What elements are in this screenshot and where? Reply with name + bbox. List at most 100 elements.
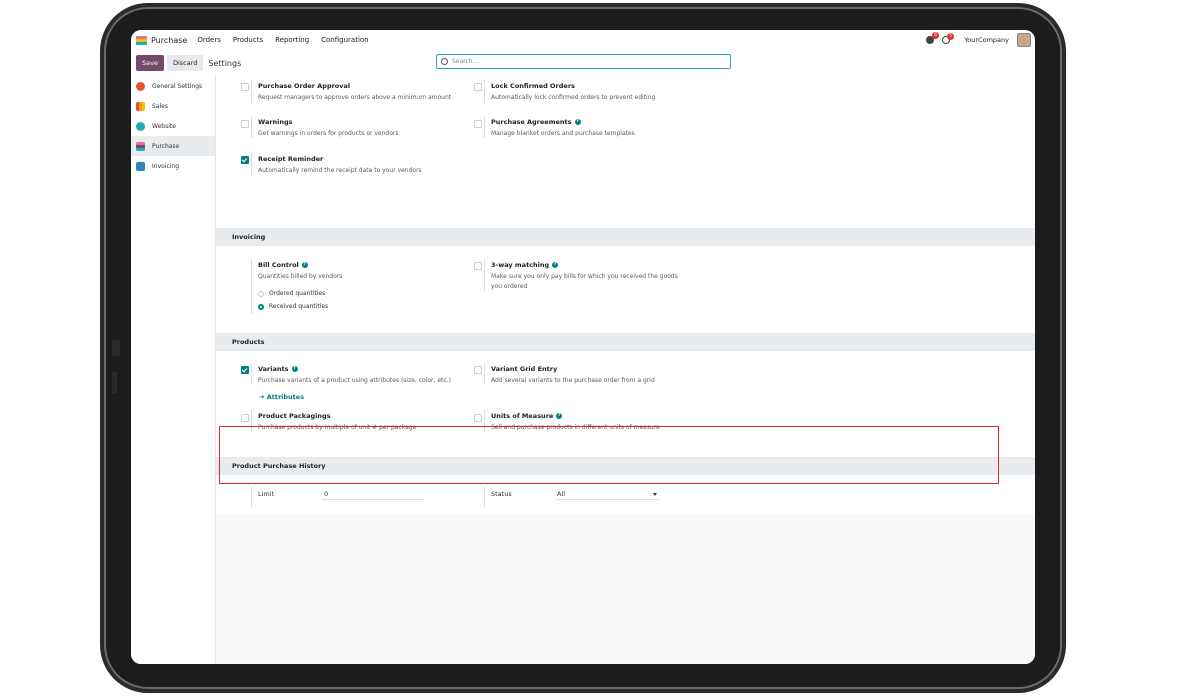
purchase-agreements-checkbox[interactable] [474, 120, 482, 128]
setting-desc: Make sure you only pay bills for which y… [491, 273, 678, 280]
setting-variant-grid-entry: Variant Grid Entry Add several variants … [491, 365, 655, 386]
search-input[interactable]: Search... [436, 54, 731, 69]
chevron-down-icon [653, 493, 657, 496]
setting-lock-confirmed-orders: Lock Confirmed Orders Automatically lock… [491, 82, 655, 103]
setting-label: Purchase Order Approval [258, 82, 351, 90]
activities-badge: 5 [947, 33, 955, 40]
divider [484, 259, 485, 291]
setting-label: 3-way matching [491, 261, 550, 269]
radio-ordered-quantities[interactable]: Ordered quantities [258, 290, 325, 297]
menu-orders[interactable]: Orders [197, 36, 221, 44]
variants-checkbox[interactable] [241, 366, 249, 374]
three-way-matching-checkbox[interactable] [474, 262, 482, 270]
sidebar-item-label: General Settings [152, 82, 203, 90]
receipt-reminder-checkbox[interactable] [241, 156, 249, 164]
empty-area [216, 514, 1035, 664]
status-select-underline [555, 499, 659, 500]
tablet-side-button [112, 340, 120, 356]
divider [251, 116, 252, 138]
divider [484, 116, 485, 138]
setting-desc: Automatically lock confirmed orders to p… [491, 94, 656, 101]
setting-desc: Request managers to approve orders above… [258, 94, 452, 101]
company-name[interactable]: YourCompany [964, 36, 1009, 44]
variant-grid-entry-checkbox[interactable] [474, 366, 482, 374]
sidebar-item-label: Website [152, 122, 176, 130]
setting-label: Receipt Reminder [258, 155, 324, 163]
app-name[interactable]: Purchase [151, 36, 187, 45]
setting-purchase-order-approval: Purchase Order Approval Request managers… [258, 82, 451, 103]
setting-three-way-matching: 3-way matching? Make sure you only pay b… [491, 261, 678, 292]
help-icon[interactable]: ? [556, 413, 563, 419]
sidebar-item-label: Sales [152, 102, 168, 110]
setting-receipt-reminder: Receipt Reminder Automatically remind th… [258, 155, 422, 176]
activities-clock-icon[interactable]: 5 [942, 33, 955, 44]
sidebar-item-label: Purchase [152, 142, 180, 150]
setting-label: Units of Measure [491, 412, 554, 420]
settings-sidebar: General Settings Sales Website Purchase … [131, 76, 216, 664]
divider [251, 152, 252, 174]
search-placeholder: Search... [452, 58, 479, 65]
settings-content: Purchase Order Approval Request managers… [216, 76, 1035, 664]
radio-dot-selected[interactable] [258, 303, 264, 310]
status-select[interactable]: All [557, 490, 657, 498]
menu-reporting[interactable]: Reporting [275, 36, 309, 44]
limit-input-underline [322, 499, 424, 500]
setting-label: Lock Confirmed Orders [491, 82, 575, 90]
radio-dot[interactable] [258, 290, 264, 297]
setting-warnings: Warnings Get warnings in orders for prod… [258, 118, 399, 139]
limit-input[interactable]: 0 [324, 490, 328, 498]
discard-button[interactable]: Discard [166, 55, 204, 71]
section-products: Products [216, 333, 1035, 351]
divider [484, 486, 485, 508]
systray: 6 5 YourCompany [926, 32, 1031, 47]
control-panel: Save Discard Settings Search... [131, 50, 1035, 76]
sidebar-item-label: Invoicing [152, 162, 180, 170]
menu-configuration[interactable]: Configuration [321, 36, 368, 44]
purchase-app-icon[interactable] [136, 35, 147, 45]
sales-icon [136, 101, 145, 111]
setting-label: Variant Grid Entry [491, 365, 558, 373]
warnings-checkbox[interactable] [241, 120, 249, 128]
product-packagings-checkbox[interactable] [241, 414, 249, 422]
sidebar-item-invoicing[interactable]: Invoicing [131, 156, 215, 176]
divider [484, 363, 485, 385]
menu-products[interactable]: Products [233, 36, 263, 44]
purchase-icon [136, 141, 145, 151]
setting-bill-control: Bill Control? Quantities billed by vendo… [258, 261, 342, 282]
setting-desc: you ordered [491, 283, 528, 290]
divider [251, 486, 252, 508]
setting-label: Bill Control [258, 261, 299, 269]
sidebar-item-general-settings[interactable]: General Settings [131, 76, 215, 96]
radio-received-quantities[interactable]: Received quantities [258, 303, 328, 310]
link-label: Attributes [266, 393, 305, 401]
sidebar-item-purchase[interactable]: Purchase [131, 136, 215, 156]
setting-label: Purchase Agreements [491, 118, 572, 126]
setting-desc: Add several variants to the purchase ord… [491, 377, 655, 384]
help-icon[interactable]: ? [301, 262, 308, 268]
purchase-order-approval-checkbox[interactable] [241, 83, 249, 91]
user-avatar[interactable] [1017, 33, 1031, 47]
invoicing-icon [136, 161, 145, 171]
setting-desc: Automatically remind the receipt date to… [258, 167, 422, 174]
attributes-link[interactable]: ➔ Attributes [259, 393, 304, 401]
units-of-measure-checkbox[interactable] [474, 414, 482, 422]
divider [251, 259, 252, 314]
highlight-box [219, 426, 999, 484]
setting-desc: Manage blanket orders and purchase templ… [491, 130, 635, 137]
sidebar-item-sales[interactable]: Sales [131, 96, 215, 116]
radio-label: Ordered quantities [269, 290, 326, 297]
help-icon[interactable]: ? [574, 119, 581, 125]
sidebar-item-website[interactable]: Website [131, 116, 215, 136]
status-value: All [557, 490, 566, 498]
setting-label: Warnings [258, 118, 293, 126]
general-settings-icon [136, 81, 145, 91]
divider [484, 80, 485, 102]
help-icon[interactable]: ? [291, 366, 298, 372]
setting-label: Variants [258, 365, 289, 373]
save-button[interactable]: Save [136, 55, 164, 71]
top-navbar: Purchase Orders Products Reporting Confi… [131, 30, 1035, 50]
lock-confirmed-orders-checkbox[interactable] [474, 83, 482, 91]
page-title: Settings [208, 58, 242, 68]
messages-icon[interactable]: 6 [926, 32, 940, 44]
help-icon[interactable]: ? [552, 262, 559, 268]
